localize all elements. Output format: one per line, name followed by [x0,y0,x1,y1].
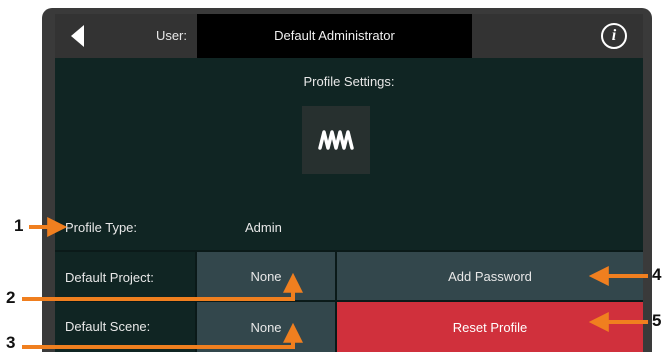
add-password-button[interactable]: Add Password [337,252,643,300]
manual-figure: User: Default Administrator i Profile Se… [0,0,665,352]
profile-settings-title: Profile Settings: [303,74,395,89]
callout-number-3: 3 [6,333,16,352]
column-divider [195,250,197,352]
profile-type-value: Admin [245,220,282,235]
profile-type-label: Profile Type: [65,220,138,235]
row-divider [55,250,643,252]
callout-number-5: 5 [652,311,662,330]
user-label: User: [155,28,187,43]
info-icon[interactable]: i [601,23,627,49]
presonus-logo-icon [318,130,354,150]
top-bar: User: Default Administrator i [55,14,643,58]
user-name-field[interactable]: Default Administrator [197,14,472,58]
profile-logo-button[interactable] [302,106,370,174]
default-project-select[interactable]: None [197,252,335,300]
column-divider [335,250,337,352]
default-scene-label: Default Scene: [65,319,151,334]
back-arrow-icon [70,25,84,47]
callout-number-1: 1 [14,216,24,235]
callout-number-4: 4 [652,265,662,284]
default-project-label: Default Project: [65,270,154,285]
row-divider [55,300,643,302]
callout-number-2: 2 [6,288,16,307]
default-scene-select[interactable]: None [197,302,335,352]
touch-screen: User: Default Administrator i Profile Se… [55,14,643,352]
back-button[interactable] [55,14,99,58]
reset-profile-button[interactable]: Reset Profile [337,302,643,352]
